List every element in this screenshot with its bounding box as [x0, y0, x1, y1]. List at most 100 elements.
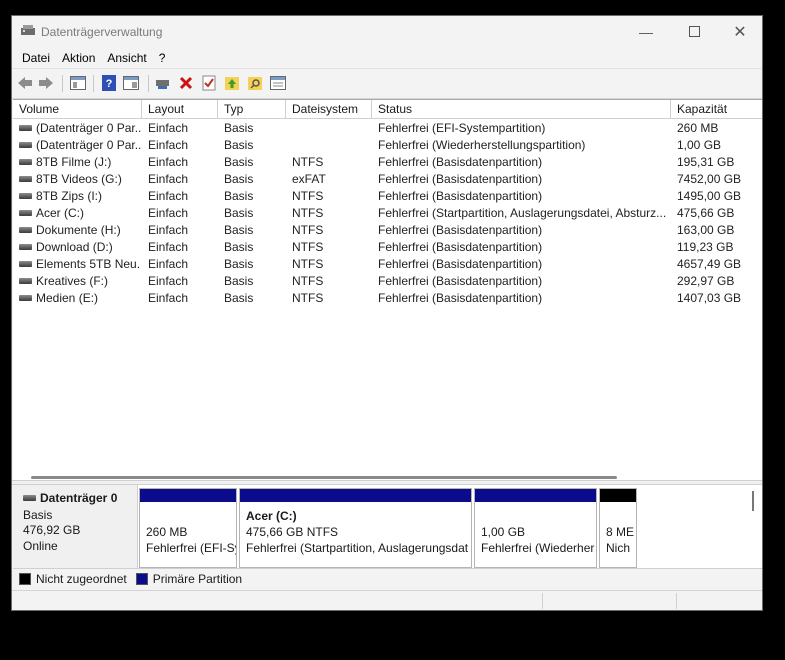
cell-status: Fehlerfrei (Wiederherstellungspartition): [378, 137, 666, 154]
table-row[interactable]: (Datenträger 0 Par... Einfach Basis Fehlerf…: [13, 120, 762, 137]
partition-block[interactable]: 1,00 GB Fehlerfrei (Wiederher: [474, 488, 597, 568]
partition-block[interactable]: 260 MB Fehlerfrei (EFI-Sy: [139, 488, 237, 568]
table-row[interactable]: 8TB Videos (G:) Einfach Basis exFAT Fehlerfr…: [13, 171, 762, 188]
legend: Nicht zugeordnet Primäre Partition: [13, 568, 762, 589]
drive-icon: [19, 124, 32, 131]
cell-text: Fehlerfrei (Basisdatenpartition): [378, 189, 543, 203]
cell-text: Fehlerfrei (Basisdatenpartition): [378, 155, 543, 169]
disk-info-panel[interactable]: Datenträger 0 Basis 476,92 GB Online: [13, 485, 138, 568]
cell-text: Basis: [224, 121, 254, 135]
partition-size: 1,00 GB: [481, 525, 526, 539]
cell-text: Elements 5TB Neu...: [36, 257, 141, 271]
back-button[interactable]: [16, 74, 34, 92]
legend-swatch-unallocated: [19, 573, 31, 585]
minimize-button[interactable]: —: [623, 16, 669, 47]
table-row[interactable]: Acer (C:) Einfach Basis NTFS Fehlerfrei (Sta…: [13, 205, 762, 222]
cell-fs: [292, 120, 370, 137]
cell-typ: Basis: [224, 205, 284, 222]
find-button[interactable]: [246, 74, 264, 92]
cell-status: Fehlerfrei (Basisdatenpartition): [378, 171, 666, 188]
table-row[interactable]: Download (D:) Einfach Basis NTFS Fehlerfrei …: [13, 239, 762, 256]
cell-text: 163,00 GB: [677, 223, 735, 237]
cell-capacity: 1495,00 GB: [677, 188, 761, 205]
menu-help[interactable]: ?: [153, 51, 172, 65]
cell-layout: Einfach: [148, 290, 216, 307]
column-header-status[interactable]: Status: [372, 100, 671, 119]
toolbar-separator: [62, 75, 63, 92]
cell-text: Einfach: [148, 172, 189, 186]
vertical-scrollbar[interactable]: [752, 491, 754, 511]
toolbar: ?: [12, 68, 762, 99]
cell-layout: Einfach: [148, 256, 216, 273]
cell-text: NTFS: [292, 291, 324, 305]
cell-text: Basis: [224, 291, 254, 305]
partition-block[interactable]: 8 ME Nich: [599, 488, 637, 568]
properties-icon: [70, 76, 86, 90]
table-row[interactable]: Medien (E:) Einfach Basis NTFS Fehlerfrei (B…: [13, 290, 762, 307]
cell-fs: NTFS: [292, 188, 370, 205]
cell-text: Einfach: [148, 223, 189, 237]
check-button[interactable]: [200, 74, 218, 92]
cell-text: Basis: [224, 257, 254, 271]
scrollbar-thumb[interactable]: [31, 476, 617, 479]
help-button[interactable]: ?: [100, 74, 118, 92]
menu-file[interactable]: Datei: [16, 51, 56, 65]
drive-icon: [19, 158, 32, 165]
cell-status: Fehlerfrei (EFI-Systempartition): [378, 120, 666, 137]
maximize-button[interactable]: [671, 16, 717, 47]
menu-action[interactable]: Aktion: [56, 51, 101, 65]
partition-block[interactable]: Acer (C:) 475,66 GB NTFS Fehlerfrei (Start…: [239, 488, 472, 568]
disk-graph-pane: Datenträger 0 Basis 476,92 GB Online 260…: [13, 485, 762, 568]
cell-typ: Basis: [224, 154, 284, 171]
table-row[interactable]: Elements 5TB Neu... Einfach Basis NTFS Fehle…: [13, 256, 762, 273]
checklist-icon: [202, 75, 216, 91]
cell-capacity: 4657,49 GB: [677, 256, 761, 273]
drive-icon: [19, 277, 32, 284]
cell-status: Fehlerfrei (Basisdatenpartition): [378, 239, 666, 256]
menu-view[interactable]: Ansicht: [101, 51, 152, 65]
cell-capacity: 163,00 GB: [677, 222, 761, 239]
legend-label-primary: Primäre Partition: [152, 572, 243, 586]
properties-button[interactable]: [69, 74, 87, 92]
rescan-button[interactable]: [269, 74, 287, 92]
cell-status: Fehlerfrei (Basisdatenpartition): [378, 290, 666, 307]
cell-capacity: 292,97 GB: [677, 273, 761, 290]
cell-layout: Einfach: [148, 137, 216, 154]
connect-drive-button[interactable]: [154, 74, 172, 92]
status-bar: [12, 590, 762, 610]
table-row[interactable]: Kreatives (F:) Einfach Basis NTFS Fehlerfrei…: [13, 273, 762, 290]
cell-layout: Einfach: [148, 120, 216, 137]
column-header-type[interactable]: Typ: [218, 100, 286, 119]
cell-text: NTFS: [292, 189, 324, 203]
column-header-filesystem[interactable]: Dateisystem: [286, 100, 372, 119]
column-header-volume[interactable]: Volume: [13, 100, 142, 119]
partition-color-bar: [140, 489, 236, 502]
console-button[interactable]: [122, 74, 140, 92]
cell-text: 4657,49 GB: [677, 257, 742, 271]
cell-fs: NTFS: [292, 239, 370, 256]
hard-disk-icon: [23, 494, 36, 501]
cell-volume: 8TB Zips (I:): [19, 188, 141, 205]
cell-text: Einfach: [148, 240, 189, 254]
folder-search-icon: [248, 77, 262, 90]
delete-button[interactable]: [177, 74, 195, 92]
table-row[interactable]: (Datenträger 0 Par... Einfach Basis Fehlerf…: [13, 137, 762, 154]
cell-text: Basis: [224, 223, 254, 237]
cell-text: (Datenträger 0 Par...: [36, 121, 141, 135]
column-header-capacity[interactable]: Kapazität: [671, 100, 762, 119]
table-row[interactable]: 8TB Zips (I:) Einfach Basis NTFS Fehlerfrei …: [13, 188, 762, 205]
table-row[interactable]: Dokumente (H:) Einfach Basis NTFS Fehlerfrei…: [13, 222, 762, 239]
drive-icon: [19, 226, 32, 233]
cell-text: Fehlerfrei (Basisdatenpartition): [378, 291, 543, 305]
column-header-layout[interactable]: Layout: [142, 100, 218, 119]
forward-button[interactable]: [37, 74, 55, 92]
cell-text: Medien (E:): [36, 291, 99, 305]
partition-status: Nich: [606, 541, 631, 555]
drive-icon: [19, 243, 32, 250]
cell-text: 260 MB: [677, 121, 719, 135]
window-title: Datenträgerverwaltung: [41, 25, 163, 39]
close-button[interactable]: ✕: [717, 16, 762, 47]
table-row[interactable]: 8TB Filme (J:) Einfach Basis NTFS Fehlerfrei…: [13, 154, 762, 171]
up-button[interactable]: [223, 74, 241, 92]
cell-text: NTFS: [292, 274, 324, 288]
